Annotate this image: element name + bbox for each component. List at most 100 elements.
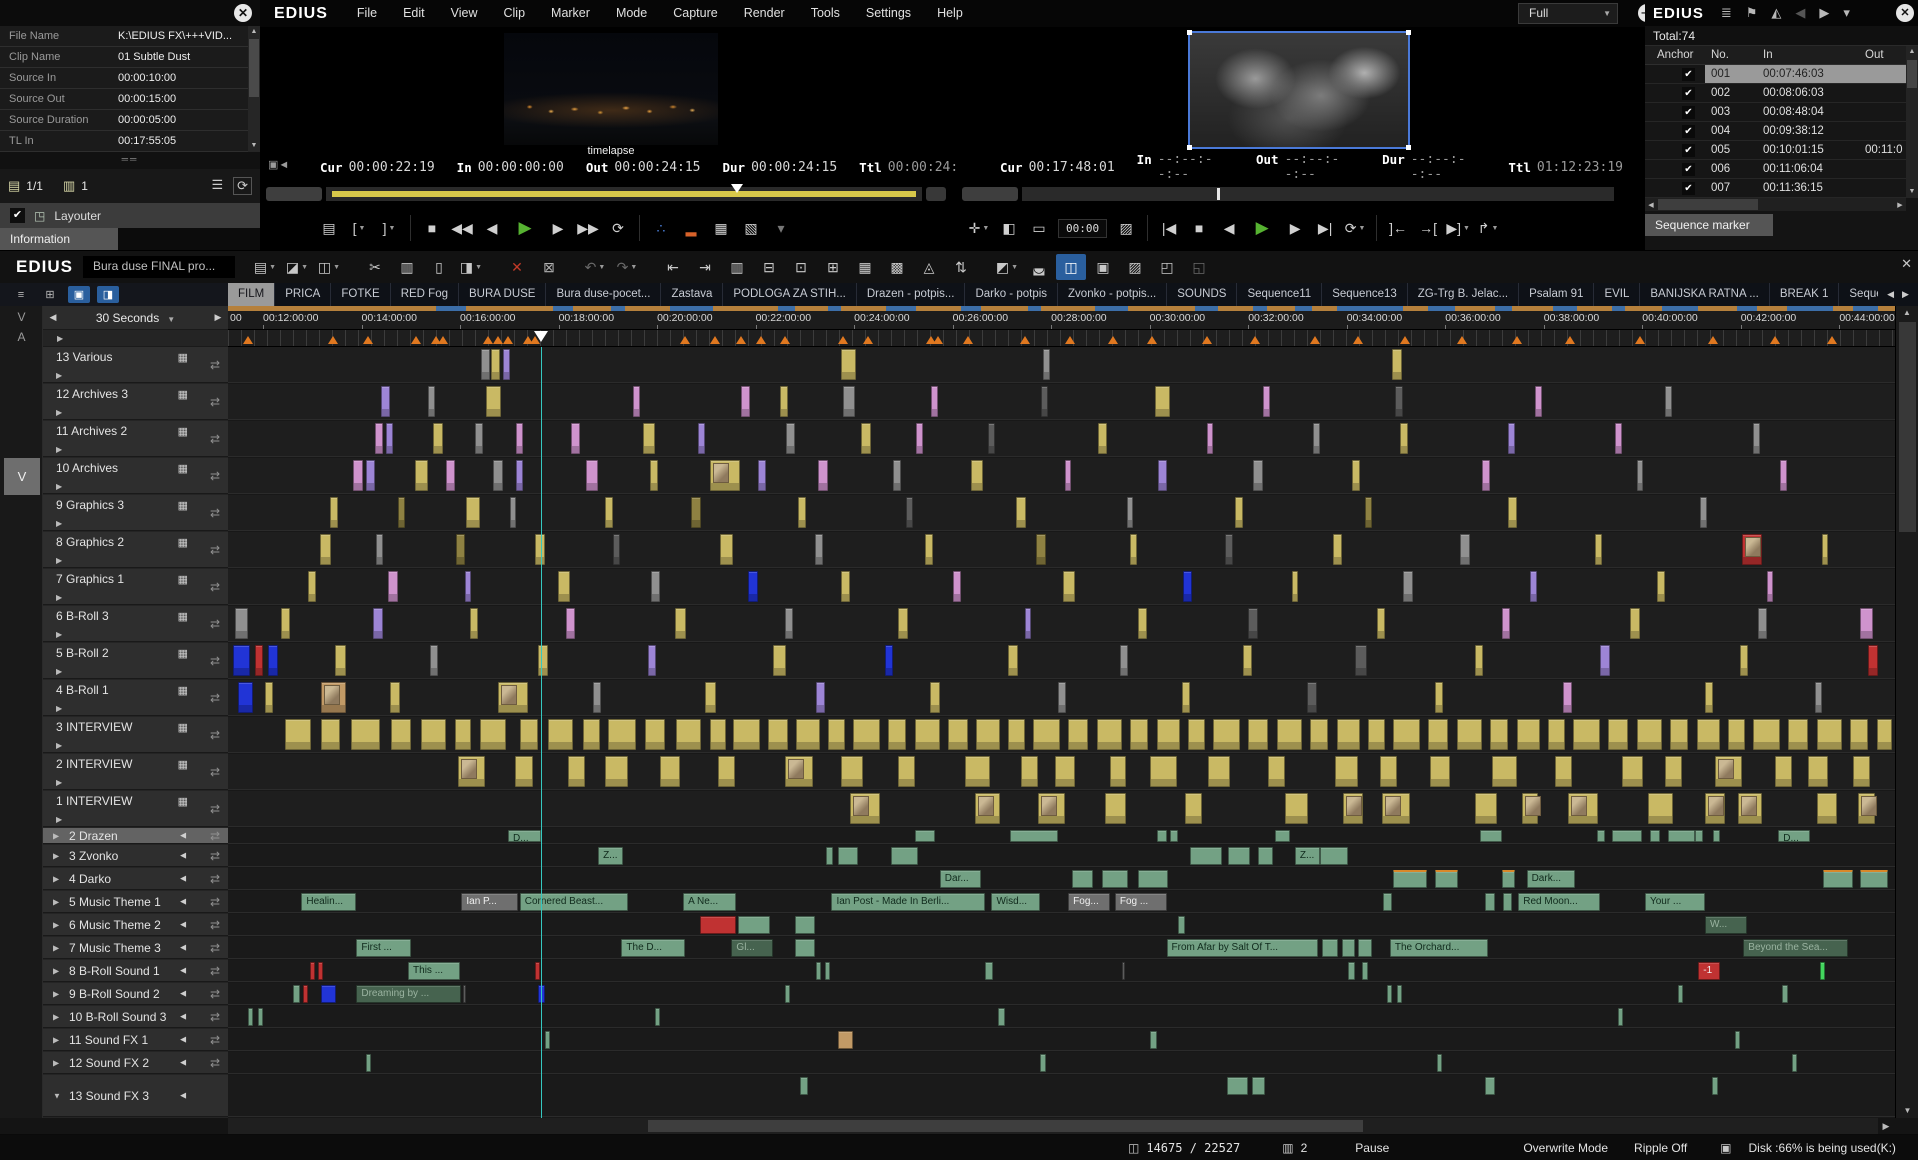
sequence-marker-icon[interactable] bbox=[328, 331, 338, 344]
video-clip[interactable] bbox=[1573, 719, 1600, 750]
expand-icon[interactable]: ▶ bbox=[56, 445, 62, 454]
expand-icon[interactable]: ▶ bbox=[56, 593, 62, 602]
video-clip[interactable] bbox=[1008, 719, 1025, 750]
stop-button[interactable]: ■ bbox=[417, 214, 447, 242]
audio-clip[interactable]: Dark... bbox=[1527, 870, 1575, 888]
fast-forward-button[interactable]: ▶▶ bbox=[573, 214, 603, 242]
video-clip[interactable] bbox=[1670, 719, 1688, 750]
video-clip[interactable] bbox=[386, 423, 393, 454]
video-clip[interactable] bbox=[1728, 719, 1745, 750]
track-header-9-b-roll-sound-2[interactable]: ▶9 B-Roll Sound 2◄⇄ bbox=[43, 983, 228, 1005]
expand-icon[interactable]: ▶ bbox=[56, 519, 62, 528]
audio-clip[interactable]: D... bbox=[1778, 830, 1810, 842]
video-clip[interactable] bbox=[893, 460, 901, 491]
video-clip[interactable] bbox=[916, 423, 923, 454]
cut-button[interactable]: ✂ bbox=[360, 254, 390, 280]
video-clip[interactable] bbox=[1657, 571, 1665, 602]
video-clip[interactable] bbox=[853, 719, 880, 750]
marker-hscrollbar[interactable]: ◀ ▶ bbox=[1645, 198, 1906, 211]
audio-clip[interactable]: Red Moon... bbox=[1518, 893, 1600, 911]
track-header-8-b-roll-sound-1[interactable]: ▶8 B-Roll Sound 1◄⇄ bbox=[43, 960, 228, 982]
sequence-marker-icon[interactable] bbox=[963, 331, 973, 344]
tab-drazen-potpis-[interactable]: Drazen - potpis... bbox=[857, 283, 966, 306]
patch-icon[interactable]: ⇄ bbox=[210, 543, 220, 557]
video-clip[interactable] bbox=[645, 719, 665, 750]
expand-icon[interactable]: ▶ bbox=[56, 704, 62, 713]
audio-clip[interactable] bbox=[998, 1008, 1005, 1026]
track-header-11-archives-2[interactable]: 11 Archives 2▦▶⇄ bbox=[43, 421, 228, 457]
info-scrollbar[interactable]: ▲ ▼ bbox=[248, 26, 260, 152]
video-clip[interactable] bbox=[446, 460, 454, 491]
video-clip[interactable] bbox=[1637, 719, 1662, 750]
audio-clip[interactable] bbox=[545, 1031, 550, 1049]
audio-clip[interactable]: Your ... bbox=[1645, 893, 1705, 911]
video-clip[interactable] bbox=[515, 756, 533, 787]
open-project-button[interactable]: ◪▼ bbox=[282, 254, 312, 280]
audio-clip[interactable] bbox=[1383, 893, 1391, 911]
video-clip[interactable] bbox=[1365, 497, 1372, 528]
tab-zastava[interactable]: Zastava bbox=[661, 283, 723, 306]
track-header-10-archives[interactable]: 10 Archives▦▶⇄ bbox=[43, 458, 228, 494]
anchor-checkbox[interactable]: ✔ bbox=[1682, 182, 1695, 195]
set-out-button[interactable]: ⇥ bbox=[690, 254, 720, 280]
video-clip[interactable] bbox=[648, 645, 656, 676]
audio-clip[interactable] bbox=[366, 1054, 371, 1072]
audio-clip[interactable]: Beyond the Sea... bbox=[1743, 939, 1848, 957]
sequence-marker-icon[interactable] bbox=[1250, 331, 1260, 344]
video-clip[interactable] bbox=[1208, 756, 1230, 787]
dual-monitor-button[interactable]: ◫ bbox=[1056, 254, 1086, 280]
video-clip[interactable] bbox=[841, 756, 863, 787]
video-clip[interactable] bbox=[1460, 534, 1470, 565]
video-clip[interactable] bbox=[381, 386, 389, 417]
marker-vscrollbar[interactable]: ▲ ▼ bbox=[1906, 46, 1918, 198]
scroll-up-icon[interactable]: ▲ bbox=[1906, 46, 1918, 58]
video-clip[interactable] bbox=[613, 534, 620, 565]
video-clip[interactable] bbox=[535, 534, 545, 565]
patch-icon[interactable]: ⇄ bbox=[210, 1056, 220, 1070]
video-clip[interactable] bbox=[1738, 793, 1761, 824]
video-clip[interactable] bbox=[1248, 608, 1258, 639]
video-clip[interactable] bbox=[498, 682, 528, 713]
video-clip[interactable] bbox=[1207, 423, 1214, 454]
tab-sequence13[interactable]: Sequence13 bbox=[1322, 283, 1408, 306]
ripple-mode[interactable]: Ripple Off bbox=[1634, 1141, 1687, 1155]
video-clip[interactable] bbox=[1065, 460, 1072, 491]
video-clip[interactable] bbox=[608, 719, 636, 750]
video-clip[interactable] bbox=[1700, 497, 1707, 528]
patch-icon[interactable]: ⇄ bbox=[210, 580, 220, 594]
expand-icon[interactable]: ▶ bbox=[53, 989, 59, 998]
audio-clip[interactable] bbox=[816, 962, 821, 980]
track-header-3-interview[interactable]: 3 INTERVIEW▦▶⇄ bbox=[43, 717, 228, 753]
crop-handle[interactable] bbox=[1406, 145, 1411, 150]
video-clip[interactable] bbox=[796, 719, 819, 750]
patch-icon[interactable]: ⇄ bbox=[210, 728, 220, 742]
video-clip[interactable] bbox=[850, 793, 880, 824]
tab-information[interactable]: Information bbox=[0, 228, 118, 250]
audio-clip[interactable] bbox=[293, 985, 300, 1003]
expand-icon[interactable]: ▶ bbox=[53, 851, 59, 860]
audio-clip[interactable] bbox=[1190, 847, 1222, 865]
close-icon[interactable]: ✕ bbox=[1896, 4, 1914, 22]
track-patch-button[interactable]: ⇅ bbox=[946, 254, 976, 280]
expand-icon[interactable]: ▶ bbox=[56, 741, 62, 750]
video-clip[interactable] bbox=[1753, 719, 1780, 750]
video-clip[interactable] bbox=[1400, 423, 1408, 454]
audio-clip[interactable] bbox=[1387, 985, 1392, 1003]
audio-clip[interactable] bbox=[838, 847, 858, 865]
frame-back-button[interactable]: ◀ bbox=[477, 214, 507, 242]
overlay-display-button[interactable]: ▭ bbox=[1024, 214, 1054, 242]
layouter-row[interactable]: ✔ ◳ Layouter bbox=[0, 203, 260, 228]
more-options-button[interactable]: ▾ bbox=[766, 214, 796, 242]
sequence-marker-icon[interactable] bbox=[1770, 331, 1780, 344]
track-header-11-sound-fx-1[interactable]: ▶11 Sound FX 1◄⇄ bbox=[43, 1029, 228, 1051]
video-clip[interactable] bbox=[816, 682, 824, 713]
audio-clip[interactable]: Ian Post - Made In Berli... bbox=[831, 893, 984, 911]
sequence-marker-icon[interactable] bbox=[1635, 331, 1645, 344]
video-clip[interactable] bbox=[1868, 645, 1878, 676]
video-clip[interactable] bbox=[285, 719, 312, 750]
sequence-marker-icon[interactable] bbox=[710, 331, 720, 344]
video-clip[interactable] bbox=[373, 608, 383, 639]
video-clip[interactable] bbox=[718, 756, 735, 787]
video-clip[interactable] bbox=[238, 682, 253, 713]
video-clip[interactable] bbox=[1188, 719, 1205, 750]
